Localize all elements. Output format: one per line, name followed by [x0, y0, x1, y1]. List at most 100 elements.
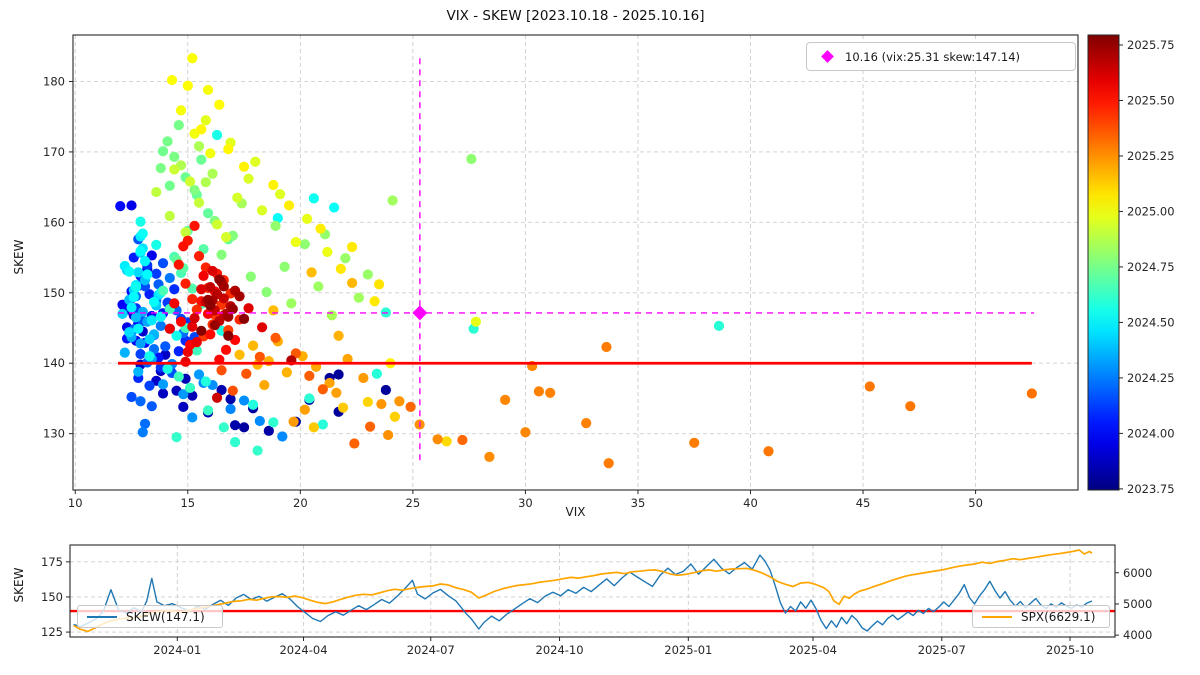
scatter-point [383, 429, 394, 441]
y-tick-label: 180 [43, 75, 65, 89]
scatter-point [214, 99, 225, 110]
scatter-point [207, 265, 218, 277]
scatter-point [347, 241, 358, 253]
scatter-point [223, 330, 234, 341]
ts-x-tick-label: 2025-01 [664, 643, 712, 657]
scatter-point [130, 282, 142, 293]
scatter-point [277, 431, 288, 442]
ts-y2-tick-label: 6000 [1123, 566, 1152, 580]
scatter-point [254, 415, 265, 427]
scatter-point [268, 305, 279, 316]
scatter-point [254, 351, 265, 362]
scatter-point [139, 255, 151, 267]
scatter-point [144, 380, 155, 391]
scatter-y-axis-label: SKEW [12, 239, 26, 275]
scatter-point [432, 434, 443, 445]
ts-y-tick-label: 175 [41, 555, 63, 569]
scatter-point [500, 394, 511, 405]
scatter-point [133, 366, 144, 377]
scatter-point [187, 294, 198, 305]
colorbar [1088, 35, 1119, 490]
scatter-point [135, 396, 146, 407]
scatter-point [905, 401, 916, 412]
scatter-point [173, 120, 184, 131]
scatter-point [216, 365, 227, 376]
scatter-point [374, 279, 385, 290]
scatter-point [169, 298, 180, 309]
colorbar-tick-label: 2025.25 [1127, 149, 1175, 163]
scatter-point [394, 396, 405, 407]
scatter-point [157, 258, 169, 269]
scatter-point [520, 427, 531, 438]
legend-highlight-label: 10.16 (vix:25.31 skew:147.14) [845, 49, 1021, 64]
scatter-point [250, 156, 261, 167]
scatter-point [441, 436, 452, 447]
scatter-point [202, 84, 214, 96]
scatter-point [299, 404, 310, 415]
scatter-point [133, 323, 144, 334]
spx-line-sample-icon [982, 615, 1012, 618]
scatter-point [315, 223, 326, 234]
scatter-point [238, 161, 250, 172]
scatter-point [182, 346, 193, 358]
scatter-point [270, 220, 281, 231]
scatter-point [171, 432, 182, 443]
scatter-point [335, 263, 346, 274]
ts-x-tick-label: 2024-04 [279, 643, 327, 657]
scatter-plot: 10 15 20 25 30 35 40 45 501301401501601701802023… [43, 34, 1175, 510]
scatter-point [180, 356, 191, 367]
ts-y-tick-label: 150 [41, 590, 63, 604]
timeseries-plot: 2024-01 2024-04 2024-07 2024-10 2025-01 2025-… [41, 544, 1152, 657]
scatter-point [211, 129, 223, 141]
scatter-point [365, 421, 376, 432]
scatter-point [155, 320, 166, 331]
scatter-point [338, 402, 349, 413]
scatter-point [173, 371, 184, 382]
scatter-point [347, 277, 358, 289]
ts-x-tick-label: 2025-07 [918, 643, 966, 657]
scatter-point [214, 274, 225, 285]
scatter-point [164, 272, 175, 284]
scatter-point [119, 347, 130, 358]
scatter-point [189, 220, 200, 231]
scatter-point [157, 146, 169, 157]
scatter-point [160, 341, 171, 352]
scatter-point [533, 386, 545, 397]
ts-x-tick-label: 2024-07 [407, 643, 455, 657]
scatter-point [281, 367, 292, 378]
scatter-point [146, 401, 157, 412]
scatter-point [126, 302, 137, 313]
scatter-point [268, 179, 279, 191]
scatter-point [200, 177, 211, 188]
scatter-point [164, 323, 175, 334]
scatter-point [484, 451, 495, 462]
scatter-point [193, 251, 205, 262]
scatter-point [261, 286, 272, 298]
scatter-point [317, 384, 328, 395]
scatter-point [256, 205, 268, 216]
scatter-point [162, 136, 173, 147]
scatter-point [193, 197, 205, 208]
scatter-point [263, 356, 274, 367]
timeseries-y-axis-label: SKEW [12, 567, 26, 603]
scatter-point [173, 346, 184, 357]
ts-x-tick-label: 2024-10 [536, 643, 584, 657]
scatter-point [164, 210, 175, 222]
scatter-point [151, 268, 162, 279]
scatter-point [333, 330, 344, 341]
scatter-point [207, 168, 218, 179]
scatter-point [146, 315, 157, 326]
scatter-point [299, 239, 310, 250]
scatter-point [135, 338, 146, 349]
y-tick-label: 150 [43, 286, 65, 300]
scatter-point [283, 200, 295, 211]
scatter-point [220, 232, 232, 243]
scatter-point [137, 427, 148, 438]
scatter-point [279, 261, 290, 272]
scatter-point [223, 144, 234, 155]
scatter-point [169, 284, 180, 295]
scatter-point [340, 253, 351, 264]
scatter-point [184, 382, 196, 393]
scatter-point [353, 292, 364, 303]
scatter-point [135, 246, 146, 257]
